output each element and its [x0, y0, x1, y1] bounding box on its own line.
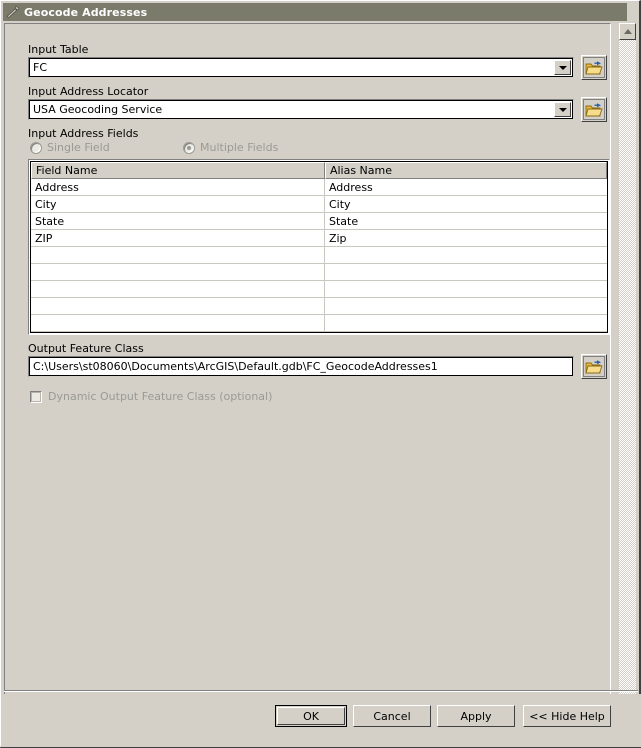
input-address-locator-label: Input Address Locator — [28, 85, 149, 98]
scroll-up-button[interactable] — [619, 23, 636, 40]
dialog-button-bar: OK Cancel Apply << Hide Help — [1, 694, 641, 747]
cell-field-name[interactable]: State — [31, 213, 325, 229]
chevron-down-icon — [558, 65, 567, 70]
hide-help-button[interactable]: << Hide Help — [523, 705, 611, 727]
scrollbar-track[interactable] — [619, 40, 636, 705]
table-row[interactable] — [31, 315, 607, 332]
cell-alias-name[interactable] — [325, 315, 607, 331]
cancel-button[interactable]: Cancel — [353, 705, 431, 727]
table-row[interactable]: City City — [31, 196, 607, 213]
column-header-alias-name[interactable]: Alias Name — [324, 162, 607, 179]
cell-alias-name[interactable] — [325, 281, 607, 297]
browse-button-inset — [583, 99, 605, 120]
cell-alias-name[interactable]: Address — [325, 179, 607, 195]
cell-alias-name[interactable] — [325, 247, 607, 263]
cell-field-name[interactable]: Address — [31, 179, 325, 195]
input-table-browse-button[interactable] — [581, 55, 607, 80]
input-table-label: Input Table — [28, 43, 89, 56]
open-folder-icon — [585, 102, 603, 116]
table-row[interactable] — [31, 298, 607, 315]
input-address-fields-label: Input Address Fields — [28, 127, 139, 140]
cell-alias-name[interactable]: City — [325, 196, 607, 212]
cancel-button-label: Cancel — [373, 709, 411, 723]
dialog-titlebar[interactable]: Geocode Addresses — [3, 3, 627, 21]
input-table-combo[interactable]: FC — [28, 57, 574, 78]
column-header-field-name[interactable]: Field Name — [31, 162, 325, 179]
input-address-locator-combo[interactable]: USA Geocoding Service — [28, 99, 574, 120]
cell-field-name[interactable] — [31, 298, 325, 314]
checkbox-icon — [30, 390, 42, 403]
open-folder-icon — [585, 359, 603, 373]
chevron-down-icon — [558, 107, 567, 112]
scroll-up-arrow-icon — [623, 29, 632, 34]
cell-field-name[interactable] — [31, 315, 325, 331]
input-table-value: FC — [33, 61, 48, 74]
output-feature-class-browse-button[interactable] — [581, 354, 607, 379]
table-row[interactable] — [31, 281, 607, 298]
button-bar-separator — [4, 690, 638, 692]
radio-button-icon — [30, 141, 42, 154]
cell-field-name[interactable]: ZIP — [31, 230, 325, 246]
apply-button-label: Apply — [460, 709, 492, 723]
dialog-vertical-scrollbar[interactable] — [619, 23, 636, 722]
grid-body: Address Address City City State State ZIP Zip — [31, 179, 607, 332]
cell-field-name[interactable] — [31, 264, 325, 280]
dialog-title: Geocode Addresses — [24, 5, 148, 19]
browse-button-inset — [583, 356, 605, 377]
input-address-locator-browse-button[interactable] — [581, 97, 607, 122]
geocode-addresses-dialog: Geocode Addresses Input Table FC Input A… — [0, 0, 641, 748]
cell-alias-name[interactable] — [325, 298, 607, 314]
browse-button-inset — [583, 57, 605, 78]
radio-multiple-fields-label: Multiple Fields — [200, 141, 279, 154]
field-border — [29, 58, 573, 77]
radio-single-field-label: Single Field — [47, 141, 110, 154]
cell-field-name[interactable] — [31, 281, 325, 297]
hide-help-button-label: << Hide Help — [529, 709, 605, 723]
cell-field-name[interactable] — [31, 247, 325, 263]
hammer-tool-icon — [5, 4, 21, 20]
grid-header-row: Field Name Alias Name — [31, 162, 607, 179]
dialog-client-area: Input Table FC Input Address Locator USA… — [4, 23, 611, 722]
table-row[interactable] — [31, 247, 607, 264]
form-container: Input Table FC Input Address Locator USA… — [5, 24, 610, 721]
open-folder-icon — [585, 60, 603, 74]
ok-button-face: OK — [277, 707, 345, 725]
grid-inner: Field Name Alias Name Address Address City… — [30, 161, 608, 333]
cell-alias-name[interactable]: State — [325, 213, 607, 229]
output-feature-class-label: Output Feature Class — [28, 342, 144, 355]
cell-alias-name[interactable] — [325, 264, 607, 280]
ok-button[interactable]: OK — [275, 705, 347, 727]
ok-button-label: OK — [303, 709, 319, 723]
cell-alias-name[interactable]: Zip — [325, 230, 607, 246]
address-fields-grid[interactable]: Field Name Alias Name Address Address City… — [28, 159, 610, 335]
radio-button-icon — [183, 141, 195, 154]
table-row[interactable]: Address Address — [31, 179, 607, 196]
cell-field-name[interactable]: City — [31, 196, 325, 212]
input-address-locator-value: USA Geocoding Service — [33, 103, 163, 116]
dynamic-output-feature-class-checkbox[interactable]: Dynamic Output Feature Class (optional) — [30, 390, 272, 403]
table-row[interactable] — [31, 264, 607, 281]
input-address-locator-dropdown-button[interactable] — [554, 102, 571, 117]
output-feature-class-value: C:\Users\st08060\Documents\ArcGIS\Defaul… — [33, 360, 438, 373]
radio-single-field[interactable]: Single Field — [30, 141, 110, 154]
apply-button[interactable]: Apply — [437, 705, 515, 727]
dynamic-output-feature-class-label: Dynamic Output Feature Class (optional) — [48, 390, 273, 403]
input-table-dropdown-button[interactable] — [554, 60, 571, 75]
table-row[interactable]: State State — [31, 213, 607, 230]
output-feature-class-input[interactable]: C:\Users\st08060\Documents\ArcGIS\Defaul… — [28, 356, 574, 377]
table-row[interactable]: ZIP Zip — [31, 230, 607, 247]
radio-multiple-fields[interactable]: Multiple Fields — [183, 141, 278, 154]
